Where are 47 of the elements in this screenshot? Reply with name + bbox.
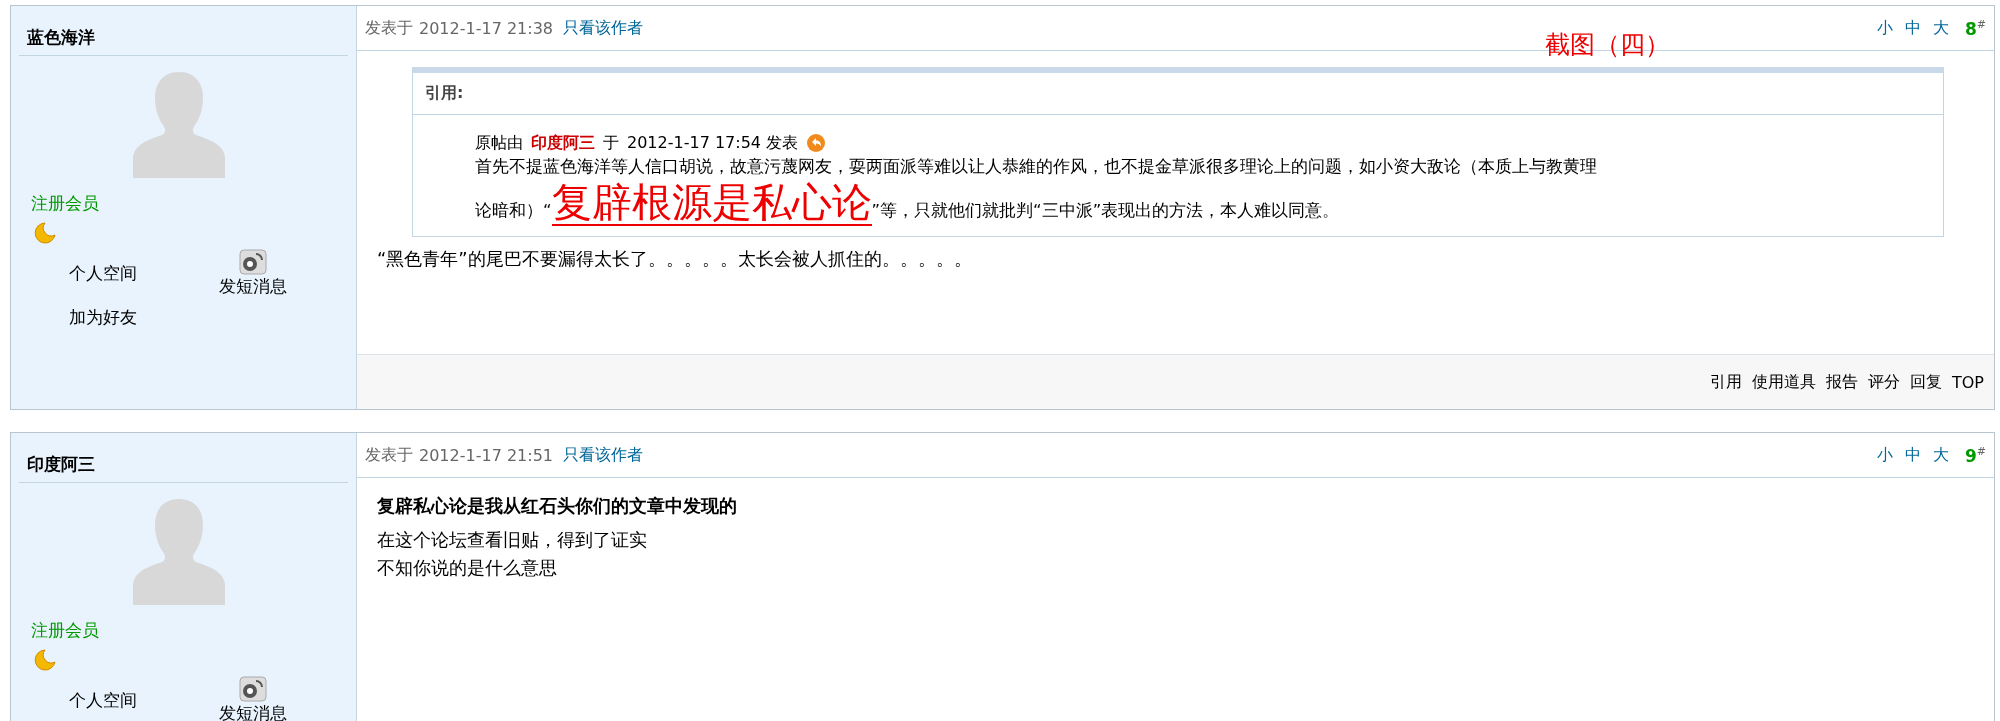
quote-title: 引用:: [413, 73, 1943, 115]
action-link[interactable]: 评分: [1868, 371, 1900, 393]
action-link[interactable]: TOP: [1952, 372, 1984, 392]
action-link[interactable]: 回复: [1910, 371, 1942, 393]
profile-link[interactable]: 加为好友: [69, 306, 137, 329]
font-size-link[interactable]: 大: [1932, 444, 1949, 466]
user-group: 注册会员: [31, 619, 99, 642]
floor-number: 9$^{#}$: [1964, 444, 1986, 466]
quote-author-link[interactable]: 印度阿三: [531, 131, 595, 155]
highlight-annotation: 复辟根源是私心论: [551, 179, 872, 226]
post-text: “黑色青年”的尾巴不要漏得太长了。。。。。太长会被人抓住的。。。。。: [377, 246, 973, 271]
quote-text: 首先不提蓝色海洋等人信口胡说，故意污蔑网友，耍两面派等难以让人恭維的作风，也不提金草派很多理论上的问题，如小资大敌论（本质上与教黄理: [475, 156, 1598, 178]
quote-text: 论暗和）“: [475, 199, 552, 222]
username[interactable]: 蓝色海洋: [19, 16, 348, 56]
font-size-link[interactable]: 大: [1932, 17, 1949, 39]
annotation-text: 截图（四）: [1545, 29, 1670, 61]
message-icon: [239, 676, 267, 702]
quote-label: 原帖由: [475, 132, 523, 154]
post-title: 复辟私心论是我从红石头你们的文章中发现的: [377, 494, 738, 518]
posted-label: 发表于: [365, 17, 413, 39]
moon-icon: [33, 221, 57, 245]
post-time: 2012-1-17 21:51: [419, 445, 553, 465]
font-size-link[interactable]: 中: [1904, 444, 1921, 466]
user-group: 注册会员: [31, 192, 99, 215]
action-link[interactable]: 引用: [1710, 371, 1742, 393]
font-size-link[interactable]: 中: [1904, 17, 1921, 39]
posted-label: 发表于: [365, 444, 413, 466]
username[interactable]: 印度阿三: [19, 443, 348, 483]
moon-icon: [33, 648, 57, 672]
profile-link[interactable]: 个人空间: [69, 262, 137, 285]
message-icon: [239, 249, 267, 275]
action-link[interactable]: 报告: [1826, 371, 1858, 393]
post-time: 2012-1-17 21:38: [419, 18, 553, 38]
post-text: 在这个论坛查看旧贴，得到了证实: [377, 528, 648, 552]
profile-link[interactable]: 发短消息: [219, 249, 287, 298]
author-only-link[interactable]: 只看该作者: [563, 444, 643, 466]
post-text: 不知你说的是什么意思: [377, 556, 558, 580]
action-link[interactable]: 使用道具: [1752, 371, 1816, 393]
profile-link[interactable]: 发短消息: [219, 676, 287, 721]
floor-number: 8$^{#}$: [1964, 17, 1986, 39]
quote-text: ”等，只就他们就批判“三中派”表现出的方法，本人难以同意。: [871, 199, 1340, 222]
quote-label: 于: [603, 132, 619, 154]
font-size-link[interactable]: 小: [1876, 444, 1893, 466]
font-size-link[interactable]: 小: [1876, 17, 1893, 39]
quote-time: 2012-1-17 17:54 发表: [627, 132, 799, 154]
profile-link[interactable]: 个人空间: [69, 689, 137, 712]
author-only-link[interactable]: 只看该作者: [563, 17, 643, 39]
